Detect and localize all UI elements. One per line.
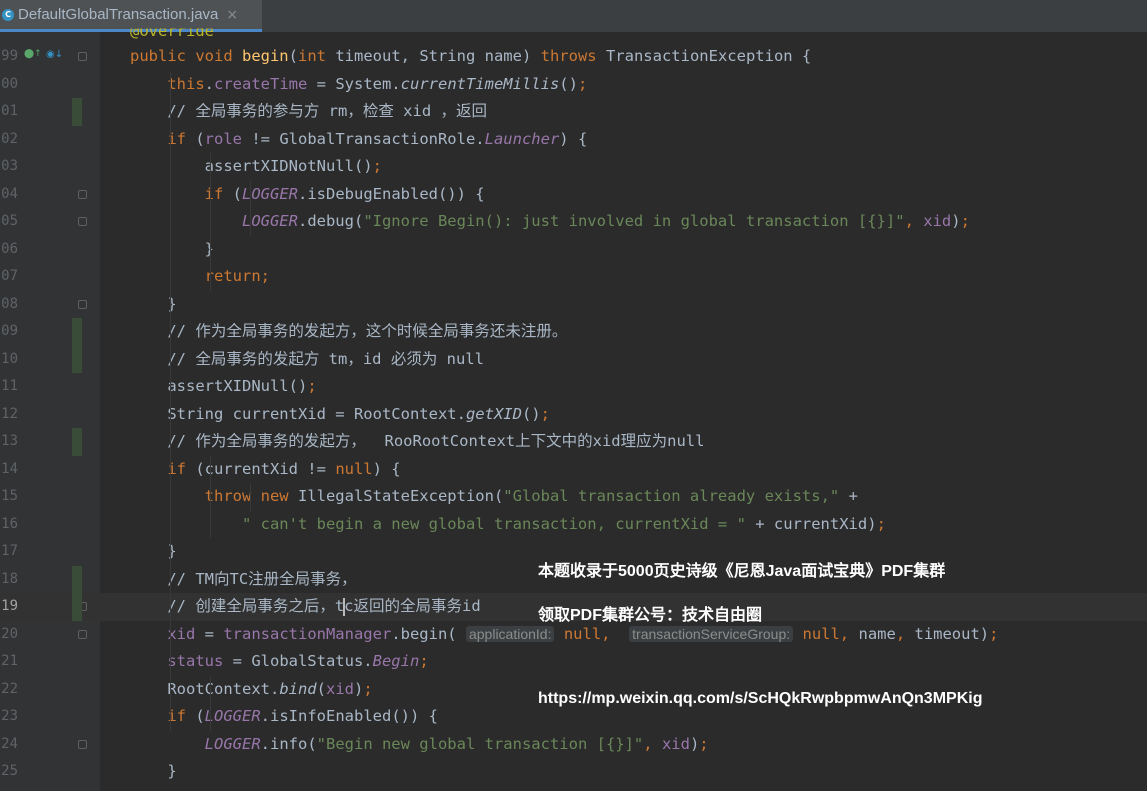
code-line[interactable]: 04 if (LOGGER.isDebugEnabled()) { [0, 181, 1147, 209]
line-number: 23 [1, 708, 18, 724]
fold-marker-icon[interactable] [78, 739, 87, 749]
line-number: 00 [1, 75, 18, 92]
indent-guide [210, 455, 211, 538]
overridden-method-icon[interactable]: ◉↓ [46, 49, 63, 60]
line-number: 22 [1, 680, 18, 697]
code-text[interactable]: String currentXid = RootContext.getXID()… [130, 401, 550, 429]
code-text[interactable]: // 作为全局事务的发起方， RooRootContext上下文中的xid理应为… [130, 428, 704, 456]
indent-guide [250, 180, 251, 236]
line-number: 04 [1, 185, 18, 202]
code-line[interactable]: 06 } [0, 236, 1147, 264]
fold-marker-icon[interactable] [78, 299, 87, 309]
line-number: 07 [1, 268, 18, 284]
code-line[interactable]: 21 status = GlobalStatus.Begin; [0, 648, 1147, 676]
indent-guide [210, 153, 211, 291]
code-text[interactable]: } [130, 758, 176, 786]
vcs-change-marker[interactable] [72, 98, 82, 126]
code-line[interactable]: 08 } [0, 291, 1147, 319]
tab-defaultglobaltransaction[interactable]: C DefaultGlobalTransaction.java × [0, 0, 262, 32]
fold-marker-icon[interactable] [78, 629, 87, 639]
code-text[interactable]: " can't begin a new global transaction, … [130, 511, 886, 539]
code-text[interactable]: assertXIDNotNull(); [130, 153, 382, 181]
code-line[interactable]: 12 String currentXid = RootContext.getXI… [0, 401, 1147, 429]
code-line[interactable]: 99 public void begin(int timeout, String … [0, 43, 1147, 71]
code-line[interactable]: 05 LOGGER.debug("Ignore Begin(): just in… [0, 208, 1147, 236]
line-number: 05 [1, 213, 18, 229]
code-line[interactable]: 00 this.createTime = System.currentTimeM… [0, 71, 1147, 99]
code-line[interactable]: 14 if (currentXid != null) { [0, 456, 1147, 484]
line-number: 09 [1, 323, 18, 339]
line-number: 14 [1, 460, 18, 477]
close-icon[interactable]: × [226, 7, 238, 23]
code-line[interactable]: 03 assertXIDNotNull(); [0, 153, 1147, 181]
text-caret [343, 598, 345, 616]
fold-marker-icon[interactable] [78, 217, 87, 226]
java-class-icon: C [2, 8, 14, 21]
code-line[interactable]: 13 // 作为全局事务的发起方， RooRootContext上下文中的xid… [0, 428, 1147, 456]
code-text[interactable]: assertXIDNull(); [130, 373, 316, 401]
code-line[interactable]: 01 // 全局事务的参与方 rm，检查 xid ，返回 [0, 98, 1147, 126]
code-text[interactable]: } [130, 236, 214, 264]
code-text[interactable]: if (role != GlobalTransactionRole.Launch… [130, 126, 587, 154]
code-text[interactable]: return; [130, 263, 270, 291]
code-line[interactable]: 16 " can't begin a new global transactio… [0, 511, 1147, 539]
line-number: 06 [1, 240, 18, 257]
indent-guide [170, 70, 171, 731]
line-number: 11 [1, 378, 18, 394]
code-text[interactable]: RootContext.bind(xid); [130, 676, 372, 704]
code-text[interactable]: LOGGER.info("Begin new global transactio… [130, 731, 709, 759]
code-line[interactable]: 10 // 全局事务的发起方 tm，id 必须为 null [0, 346, 1147, 374]
code-text[interactable]: public void begin(int timeout, String na… [130, 43, 811, 71]
line-number: 03 [1, 158, 18, 174]
code-text[interactable]: // 全局事务的发起方 tm，id 必须为 null [130, 346, 484, 374]
line-number: 20 [1, 625, 18, 642]
code-text[interactable]: // TM向TC注册全局事务， [130, 566, 356, 594]
line-number: 18 [1, 570, 18, 587]
line-number: 01 [1, 103, 18, 119]
watermark-url: https://mp.weixin.qq.com/s/ScHQkRwpbpmwA… [538, 690, 983, 707]
line-number: 25 [1, 763, 18, 779]
code-line[interactable]: 11 assertXIDNull(); [0, 373, 1147, 401]
code-text[interactable]: throw new IllegalStateException("Global … [130, 483, 858, 511]
implements-method-icon[interactable]: ⬤↑ [24, 49, 42, 59]
indent-guide [250, 483, 251, 511]
code-text[interactable]: status = GlobalStatus.Begin; [130, 648, 428, 676]
code-text[interactable]: // 全局事务的参与方 rm，检查 xid ，返回 [130, 98, 487, 126]
line-number: 16 [1, 515, 18, 532]
code-line[interactable]: 02 if (role != GlobalTransactionRole.Lau… [0, 126, 1147, 154]
line-number: 19 [1, 598, 18, 614]
code-line[interactable]: 15 throw new IllegalStateException("Glob… [0, 483, 1147, 511]
code-text[interactable]: // 作为全局事务的发起方，这个时候全局事务还未注册。 [130, 318, 567, 346]
code-text[interactable]: LOGGER.debug("Ignore Begin(): just invol… [130, 208, 970, 236]
watermark-line-2: 领取PDF集群公号：技术自由圈 [538, 607, 763, 624]
code-text[interactable]: if (LOGGER.isDebugEnabled()) { [130, 181, 485, 209]
code-line[interactable]: 07 return; [0, 263, 1147, 291]
code-text[interactable]: // 创建全局事务之后，tc返回的全局事务id [130, 593, 480, 621]
code-text[interactable]: if (LOGGER.isInfoEnabled()) { [130, 703, 438, 731]
line-number: 12 [1, 405, 18, 422]
watermark-line-1: 本题收录于5000页史诗级《尼恩Java面试宝典》PDF集群 [538, 563, 946, 580]
editor-tab-bar: C DefaultGlobalTransaction.java × [0, 0, 1147, 32]
line-number: 15 [1, 488, 18, 504]
line-number: 13 [1, 433, 18, 449]
line-number: 02 [1, 130, 18, 147]
line-number: 08 [1, 295, 18, 312]
fold-marker-icon[interactable] [78, 189, 87, 199]
code-line[interactable]: 09 // 作为全局事务的发起方，这个时候全局事务还未注册。 [0, 318, 1147, 346]
line-number: 24 [1, 735, 18, 752]
code-line[interactable]: 24 LOGGER.info("Begin new global transac… [0, 731, 1147, 759]
indent-guide [210, 675, 211, 731]
line-number: 21 [1, 653, 18, 669]
code-text[interactable]: this.createTime = System.currentTimeMill… [130, 71, 587, 99]
line-number: 99 [1, 48, 18, 64]
line-number: 10 [1, 350, 18, 367]
vcs-change-marker[interactable] [72, 318, 82, 373]
vcs-change-marker[interactable] [72, 428, 82, 456]
tab-label: DefaultGlobalTransaction.java [18, 6, 219, 23]
code-line[interactable]: 25 } [0, 758, 1147, 786]
line-number: 17 [1, 543, 18, 559]
fold-marker-icon[interactable] [78, 52, 87, 61]
vcs-change-marker[interactable] [72, 565, 82, 621]
